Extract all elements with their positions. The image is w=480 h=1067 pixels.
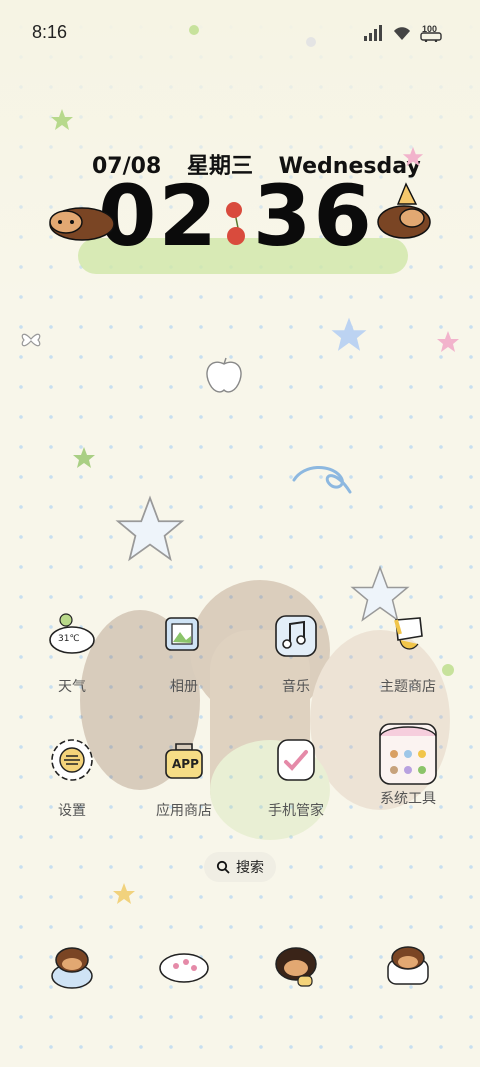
search-label: 搜索 — [236, 860, 264, 876]
app-label: 系统工具 — [380, 791, 436, 807]
swirl-arrow-decoration — [292, 466, 352, 494]
messages-icon — [159, 953, 209, 983]
dachshund-left-icon — [49, 207, 115, 241]
camera-icon — [387, 946, 429, 985]
app-label: 主题商店 — [380, 679, 436, 695]
phone-icon — [51, 947, 93, 989]
app-label: 应用商店 — [156, 803, 212, 819]
dock-browser[interactable] — [268, 938, 324, 994]
dock — [0, 938, 480, 998]
clock-minute: 36 — [252, 167, 374, 265]
app-phone-manager[interactable]: 手机管家 — [240, 734, 352, 844]
settings-icon — [46, 734, 98, 786]
gallery-icon — [158, 610, 210, 662]
bow-decoration — [21, 333, 41, 347]
weather-icon: 31℃ — [46, 610, 98, 662]
apple-decoration — [206, 357, 242, 393]
phone-manager-icon — [270, 734, 322, 786]
star-decoration — [73, 447, 95, 468]
app-system-tools-folder[interactable]: 系统工具 — [352, 720, 464, 830]
app-label: 手机管家 — [268, 803, 324, 819]
dock-camera[interactable] — [380, 938, 436, 994]
star-decoration — [51, 109, 73, 130]
app-theme-store[interactable]: 主题商店 — [352, 610, 464, 720]
wifi-icon — [394, 27, 410, 40]
app-label: 天气 — [58, 679, 86, 695]
app-weather[interactable]: 31℃ 天气 — [16, 610, 128, 720]
search-button[interactable]: 搜索 — [204, 852, 276, 882]
music-icon — [270, 610, 322, 662]
outline-star-decoration — [115, 495, 185, 562]
theme-store-icon — [382, 610, 434, 662]
status-bar: 8:16 100 — [0, 0, 480, 68]
star-decoration — [113, 883, 135, 904]
app-store-icon: APP — [158, 734, 210, 786]
star-decoration — [437, 331, 459, 352]
browser-icon — [275, 947, 317, 987]
clock-widget[interactable]: 07/08 星期三 Wednesday 02 36 — [40, 140, 440, 290]
signal-icon — [364, 25, 382, 41]
weather-temp: 31℃ — [58, 634, 80, 644]
dock-messages[interactable] — [156, 938, 212, 994]
app-gallery[interactable]: 相册 — [128, 610, 240, 720]
app-label: 设置 — [58, 803, 86, 819]
dock-phone[interactable] — [44, 938, 100, 994]
app-store-badge: APP — [172, 757, 199, 771]
star-decoration — [331, 317, 367, 351]
star-decoration — [402, 146, 424, 167]
app-app-store[interactable]: APP 应用商店 — [128, 734, 240, 844]
system-tools-folder-icon — [376, 720, 440, 788]
cherries-icon — [226, 202, 245, 245]
search-icon — [216, 860, 230, 874]
status-time: 8:16 — [32, 22, 68, 42]
dachshund-right-icon — [377, 182, 431, 239]
status-icons: 100 — [364, 24, 446, 42]
app-settings[interactable]: 设置 — [16, 734, 128, 844]
battery-icon: 100 — [420, 24, 446, 42]
app-label: 相册 — [170, 679, 198, 695]
app-music[interactable]: 音乐 — [240, 610, 352, 720]
app-label: 音乐 — [282, 679, 310, 695]
